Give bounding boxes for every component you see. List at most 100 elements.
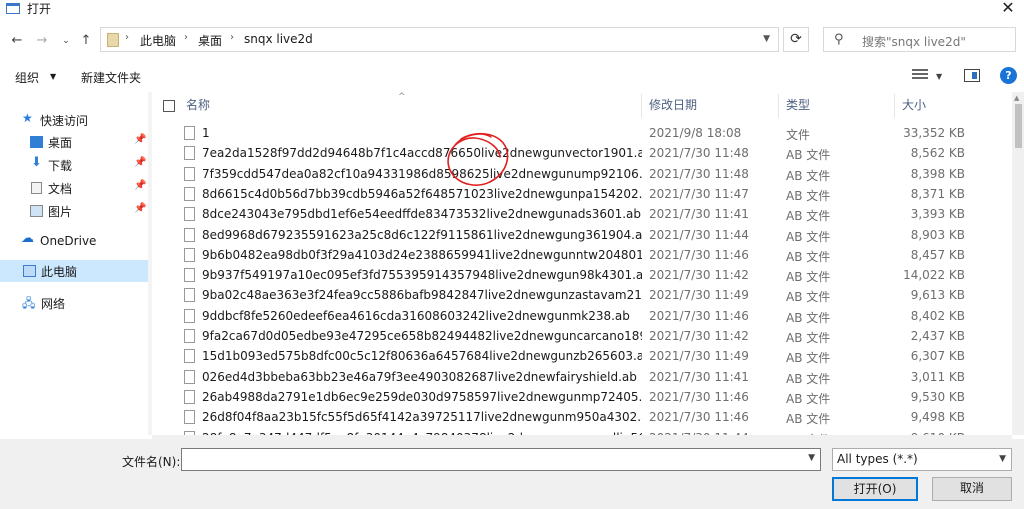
breadcrumb-desktop[interactable]: 桌面 [198,32,222,49]
pin-icon: 📌 [134,180,147,191]
search-box[interactable]: ⚲ 搜索"snqx live2d" [823,27,1016,52]
star-icon: ★ [22,111,33,125]
organize-chevron-icon[interactable]: ▼ [50,72,56,81]
cancel-button[interactable]: 取消 [932,477,1012,501]
file-modified-date: 2021/7/30 11:46 [649,389,749,404]
recent-locations-chevron-icon[interactable]: ⌄ [58,36,74,46]
address-history-chevron-icon[interactable]: ▼ [763,34,770,44]
file-name: 026ed4d3bbeba63bb23e46a79f3ee4903082687l… [202,369,637,384]
address-bar[interactable]: › 此电脑 › 桌面 › snqx live2d ▼ [100,27,779,52]
filename-field[interactable]: ▼ [181,448,821,471]
pin-icon: 📌 [134,157,147,168]
column-divider[interactable] [894,94,895,118]
file-size: 8,371 KB [910,186,965,201]
breadcrumb-current-folder[interactable]: snqx live2d [244,32,313,46]
sidebar-item-downloads[interactable]: ⬇ 下载 📌 [0,154,148,176]
filename-history-chevron-icon[interactable]: ▼ [808,453,815,463]
file-icon [184,268,195,283]
column-header-date[interactable]: 修改日期 [649,96,697,120]
file-row[interactable]: 7f359cdd547dea0a82cf10a94331986d8598625l… [152,165,1012,185]
file-size: 9,530 KB [910,389,965,404]
file-name: 9ddbcf8fe5260edeef6ea4616cda31608603242l… [202,308,630,323]
breadcrumb-separator[interactable]: › [230,32,234,43]
file-row[interactable]: 9b937f549197a10ec095ef3fd755395914357948… [152,266,1012,286]
view-options-icon[interactable] [912,69,928,82]
file-modified-date: 2021/7/30 11:48 [649,166,749,181]
up-arrow-icon[interactable]: ↑ [78,33,94,48]
view-options-chevron-icon[interactable]: ▼ [936,72,942,81]
file-type-chevron-icon[interactable]: ▼ [999,454,1006,464]
navigation-bar: ← → ⌄ ↑ › 此电脑 › 桌面 › snqx live2d ▼ ⟳ ⚲ 搜… [0,24,1024,58]
sidebar-item-documents[interactable]: 文档 📌 [0,177,148,199]
file-icon [184,247,195,262]
sidebar-item-onedrive[interactable]: ☁ OneDrive [0,231,148,253]
folder-icon [107,33,119,47]
file-row[interactable]: 9fa2ca67d0d05edbe93e47295ce658b82494482l… [152,327,1012,347]
help-icon[interactable]: ? [1000,67,1017,84]
file-size: 8,402 KB [910,308,965,323]
forward-arrow-icon[interactable]: → [34,33,50,48]
select-all-checkbox[interactable] [163,100,175,112]
file-size: 8,562 KB [910,146,965,161]
preview-pane-icon[interactable] [964,69,980,82]
file-icon [184,369,195,384]
column-divider[interactable] [778,94,779,118]
file-type: AB 文件 [786,371,831,386]
breadcrumb-this-pc[interactable]: 此电脑 [140,32,176,49]
file-row[interactable]: 026ed4d3bbeba63bb23e46a79f3ee4903082687l… [152,368,1012,388]
file-row[interactable]: 7ea2da1528f97dd2d94648b7f1c4accd876650li… [152,144,1012,164]
file-row[interactable]: 9ba02c48ae363e3f24fea9cc5886bafb9842847l… [152,286,1012,306]
close-icon[interactable]: ✕ [998,0,1018,18]
column-divider[interactable] [641,94,642,118]
file-row[interactable]: 26d8f04f8aa23b15fc55f5d65f4142a39725117l… [152,408,1012,428]
file-name: 8dce243043e795dbd1ef6e54eedffde83473532l… [202,207,642,222]
sidebar-item-label: OneDrive [40,234,97,248]
open-button[interactable]: 打开(O) [832,477,918,501]
file-row[interactable]: 9b6b0482ea98db0f3f29a4103d24e2388659941l… [152,246,1012,266]
sidebar-item-network[interactable]: 🖧 网络 [0,292,148,314]
column-header-type[interactable]: 类型 [786,96,810,120]
file-size: 3,393 KB [910,207,965,222]
file-type: AB 文件 [786,249,831,264]
file-type-select[interactable]: All types (*.*) ▼ [832,448,1012,471]
sidebar-item-label: 此电脑 [41,265,78,279]
scrollbar-thumb[interactable] [1015,104,1022,148]
file-icon [184,389,195,404]
organize-button[interactable]: 组织 [15,69,39,86]
pin-icon: 📌 [134,134,147,145]
file-modified-date: 2021/9/8 18:08 [649,126,742,140]
back-arrow-icon[interactable]: ← [9,33,25,48]
sidebar-item-pictures[interactable]: 图片 📌 [0,200,148,222]
scroll-up-arrow-icon[interactable]: ▲ [1014,94,1019,102]
sidebar-item-quick-access[interactable]: ★ 快速访问 [0,109,148,131]
file-name: 9ba02c48ae363e3f24fea9cc5886bafb9842847l… [202,288,642,303]
refresh-icon[interactable]: ⟳ [783,27,809,52]
file-type: AB 文件 [786,229,831,244]
new-folder-button[interactable]: 新建文件夹 [81,69,141,86]
file-name: 9b937f549197a10ec095ef3fd755395914357948… [202,268,642,283]
file-row[interactable]: 9ddbcf8fe5260edeef6ea4616cda31608603242l… [152,307,1012,327]
breadcrumb-separator[interactable]: › [125,32,129,43]
breadcrumb-separator[interactable]: › [184,32,188,43]
sidebar-item-label: 快速访问 [40,114,89,128]
file-row[interactable]: 8ed9968d679235591623a25c8d6c122f9115861l… [152,226,1012,246]
file-size: 2,437 KB [910,329,965,343]
file-modified-date: 2021/7/30 11:41 [649,369,749,384]
column-header-name[interactable]: 名称 [186,96,210,120]
file-row[interactable]: 15d1b093ed575b8dfc00c5c12f80636a6457684l… [152,347,1012,367]
file-type: AB 文件 [786,290,831,305]
document-icon [31,182,42,194]
file-type: 文件 [786,128,811,142]
file-row[interactable]: 8d6615c4d0b56d7bb39cdb5946a52f648571023l… [152,185,1012,205]
column-header-size[interactable]: 大小 [902,96,926,120]
file-modified-date: 2021/7/30 11:46 [649,410,749,425]
sidebar-item-desktop[interactable]: 桌面 📌 [0,131,148,153]
file-icon [184,207,195,222]
file-row[interactable]: 1 2021/9/8 18:08 文件 33,352 KB [152,124,1012,144]
file-icon [184,146,195,161]
sidebar-item-this-pc[interactable]: 此电脑 [0,260,148,282]
title-bar: 打开 ✕ [0,0,1024,22]
file-size: 8,457 KB [910,247,965,262]
file-row[interactable]: 26ab4988da2791e1db6ec9e259de030d9758597l… [152,388,1012,408]
file-row[interactable]: 8dce243043e795dbd1ef6e54eedffde83473532l… [152,205,1012,225]
